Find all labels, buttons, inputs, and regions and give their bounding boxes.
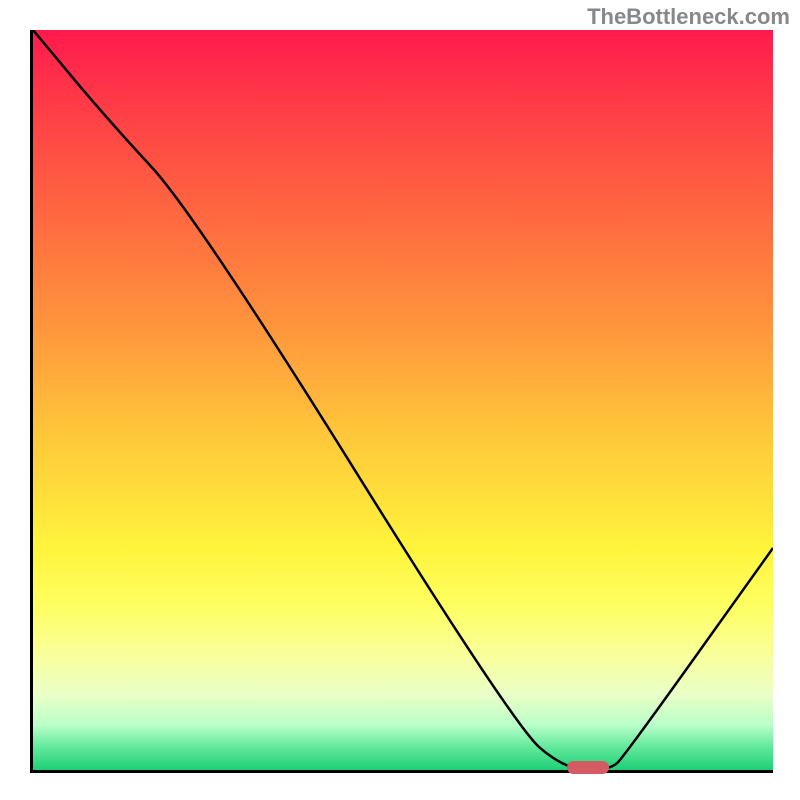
bottleneck-curve — [33, 30, 773, 770]
plot-area — [30, 30, 773, 773]
attribution-text: TheBottleneck.com — [587, 4, 790, 30]
optimum-marker — [567, 761, 609, 774]
chart-container: TheBottleneck.com — [0, 0, 800, 800]
